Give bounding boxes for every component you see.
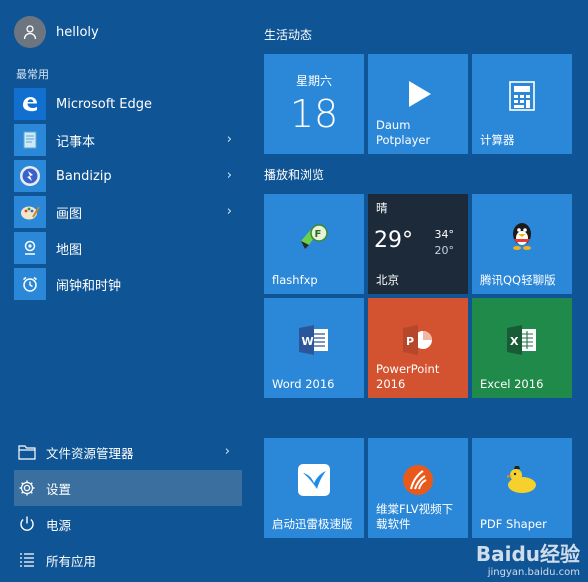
weather-condition: 晴 bbox=[376, 201, 388, 215]
watermark-logo: Baidu经验 bbox=[475, 542, 580, 566]
folder-icon bbox=[16, 441, 38, 463]
tile-pdf-shaper[interactable]: PDF Shaper bbox=[472, 438, 572, 538]
user-name: helloly bbox=[56, 24, 99, 40]
bottom-item-label: 文件资源管理器 bbox=[46, 445, 134, 461]
edge-icon bbox=[14, 88, 46, 120]
tile-label: PDF Shaper bbox=[480, 517, 547, 531]
app-item-paint[interactable]: 画图 › bbox=[14, 194, 244, 230]
maps-icon bbox=[14, 232, 46, 264]
app-item-bandizip[interactable]: Bandizip › bbox=[14, 158, 244, 194]
tile-label: flashfxp bbox=[272, 273, 318, 287]
tile-excel-2016[interactable]: X Excel 2016 bbox=[472, 298, 572, 398]
all-apps-item[interactable]: 所有应用 bbox=[14, 542, 242, 578]
xunlei-bird-icon bbox=[297, 463, 331, 501]
tile-label: Excel 2016 bbox=[480, 377, 544, 391]
app-item-notepad[interactable]: 记事本 › bbox=[14, 122, 244, 158]
flv-downloader-icon bbox=[401, 463, 435, 501]
weather-low: 20° bbox=[434, 244, 455, 257]
power-item[interactable]: 电源 bbox=[14, 506, 242, 542]
tile-weather[interactable]: 晴 29° 34° 20° 北京 bbox=[368, 194, 468, 294]
calendar-day: 星期六 bbox=[295, 74, 332, 88]
calendar-date: 18 bbox=[289, 92, 339, 136]
bottom-item-label: 电源 bbox=[46, 517, 72, 533]
app-item-microsoft-edge[interactable]: Microsoft Edge bbox=[14, 86, 244, 122]
tile-label: PowerPoint 2016 bbox=[376, 362, 440, 391]
settings-item[interactable]: 设置 bbox=[14, 470, 242, 506]
weather-high: 34° bbox=[434, 228, 455, 241]
word-icon: W bbox=[298, 325, 330, 359]
app-label: 画图 bbox=[56, 206, 83, 222]
tile-qq[interactable]: 腾讯QQ轻聊版 bbox=[472, 194, 572, 294]
svg-text:W: W bbox=[302, 335, 314, 348]
app-label: 记事本 bbox=[56, 134, 96, 150]
notepad-icon bbox=[14, 124, 46, 156]
app-label: Microsoft Edge bbox=[56, 96, 153, 112]
tile-word-2016[interactable]: W Word 2016 bbox=[264, 298, 364, 398]
most-used-label: 最常用 bbox=[16, 68, 49, 81]
tile-daum-potplayer[interactable]: Daum Potplayer bbox=[368, 54, 468, 154]
paint-icon bbox=[14, 196, 46, 228]
group-title-life[interactable]: 生活动态 bbox=[264, 26, 312, 43]
tile-calculator[interactable]: 计算器 bbox=[472, 54, 572, 154]
app-label: 地图 bbox=[56, 242, 83, 258]
gear-icon bbox=[16, 477, 38, 499]
all-apps-icon bbox=[16, 549, 38, 571]
svg-text:P: P bbox=[406, 335, 414, 348]
chevron-right-icon[interactable]: › bbox=[227, 132, 232, 147]
tile-label: Daum Potplayer bbox=[376, 118, 431, 147]
flashfxp-icon: F bbox=[297, 221, 331, 255]
tile-label: 维棠FLV视频下 载软件 bbox=[376, 502, 454, 531]
pdf-shaper-duck-icon bbox=[504, 465, 540, 499]
baidu-watermark: Baidu经验 jingyan.baidu.com bbox=[476, 538, 580, 578]
app-item-alarm-clock[interactable]: 闹钟和时钟 bbox=[14, 266, 244, 302]
group-title-play-browse[interactable]: 播放和浏览 bbox=[264, 166, 324, 183]
tile-label: 腾讯QQ轻聊版 bbox=[480, 273, 556, 287]
file-explorer-item[interactable]: 文件资源管理器 › bbox=[14, 434, 242, 470]
tile-flv-downloader[interactable]: 维棠FLV视频下 载软件 bbox=[368, 438, 468, 538]
calculator-icon bbox=[509, 81, 535, 115]
tile-xunlei[interactable]: 启动迅雷极速版 bbox=[264, 438, 364, 538]
bottom-item-label: 设置 bbox=[46, 481, 72, 497]
user-avatar-icon bbox=[14, 16, 46, 48]
svg-text:X: X bbox=[510, 335, 519, 348]
start-menu-left-pane: helloly 最常用 Microsoft Edge 记事本 › Bandizi… bbox=[0, 0, 248, 582]
tile-label: Word 2016 bbox=[272, 377, 335, 391]
weather-city: 北京 bbox=[376, 273, 399, 287]
tile-label: 启动迅雷极速版 bbox=[272, 517, 353, 531]
bottom-item-label: 所有应用 bbox=[46, 553, 97, 569]
svg-text:F: F bbox=[315, 229, 322, 240]
chevron-right-icon[interactable]: › bbox=[225, 444, 230, 459]
app-item-maps[interactable]: 地图 bbox=[14, 230, 244, 266]
start-bottom-list: 文件资源管理器 › 设置 电源 所有应用 bbox=[14, 434, 242, 578]
excel-icon: X bbox=[506, 325, 538, 359]
chevron-right-icon[interactable]: › bbox=[227, 204, 232, 219]
chevron-right-icon[interactable]: › bbox=[227, 168, 232, 183]
powerpoint-icon: P bbox=[402, 325, 434, 359]
bandizip-icon bbox=[14, 160, 46, 192]
user-account[interactable]: helloly bbox=[14, 16, 244, 48]
watermark-url: jingyan.baidu.com bbox=[487, 567, 580, 578]
weather-temperature: 29° bbox=[374, 228, 413, 253]
tile-flashfxp[interactable]: F flashfxp bbox=[264, 194, 364, 294]
tile-label: 计算器 bbox=[480, 133, 515, 147]
play-icon bbox=[401, 77, 435, 115]
app-label: Bandizip bbox=[56, 168, 112, 184]
tile-calendar[interactable]: 星期六 18 bbox=[264, 54, 364, 154]
most-used-list: Microsoft Edge 记事本 › Bandizip › 画图 › 地图 … bbox=[14, 86, 244, 302]
tile-powerpoint-2016[interactable]: P PowerPoint 2016 bbox=[368, 298, 468, 398]
qq-penguin-icon bbox=[508, 220, 536, 256]
alarm-clock-icon bbox=[14, 268, 46, 300]
power-icon bbox=[16, 513, 38, 535]
app-label: 闹钟和时钟 bbox=[56, 278, 122, 294]
